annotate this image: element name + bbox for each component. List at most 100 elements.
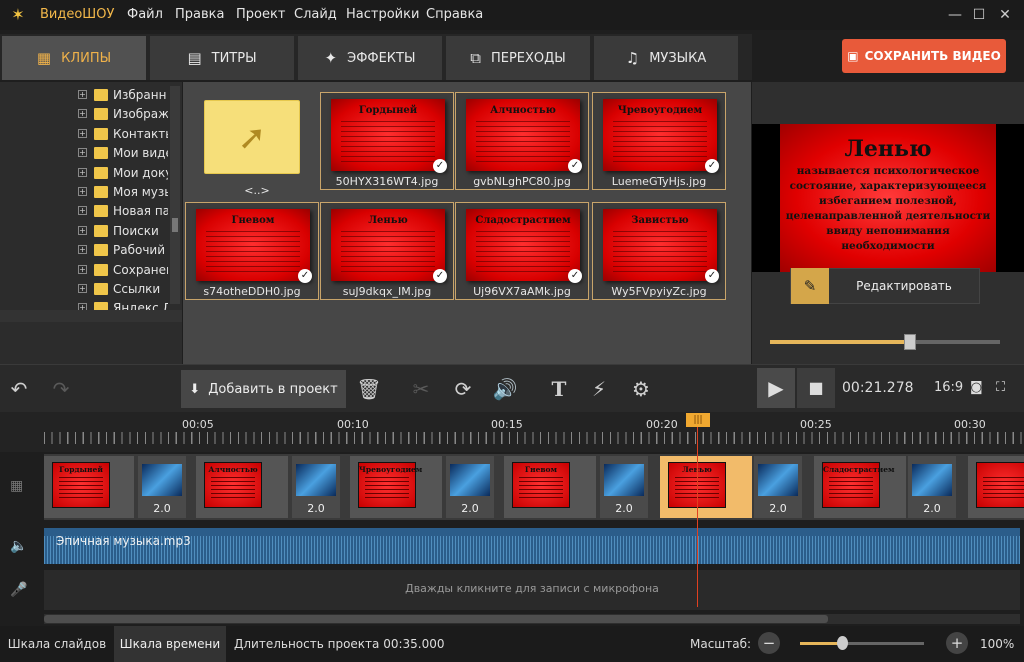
transition[interactable]: 2.0	[138, 456, 186, 518]
slide[interactable]: Алчностью	[196, 456, 288, 518]
clip-item[interactable]: Завистью ✓ Wy5FVpyiyZc.jpg	[592, 202, 726, 300]
tab-label: ПЕРЕХОДЫ	[490, 50, 566, 66]
zoom-out-button[interactable]: −	[758, 632, 780, 654]
transition-thumbnail	[912, 464, 952, 496]
delete-icon[interactable]: 🗑	[356, 376, 382, 402]
preview-slider-thumb[interactable]	[904, 334, 917, 350]
expand-icon[interactable]: +	[78, 264, 87, 274]
tree-item[interactable]: + Мои доку	[0, 165, 182, 184]
tree-item[interactable]: + Рабочий	[0, 242, 182, 261]
expand-icon[interactable]: +	[78, 206, 87, 216]
fullscreen-icon[interactable]: ⛶	[996, 380, 1012, 395]
play-button[interactable]: ▶	[757, 368, 795, 408]
minimize-icon[interactable]: —	[944, 4, 966, 26]
speaker-icon[interactable]: 🔊	[492, 376, 518, 402]
tree-vertical-scrollbar[interactable]	[170, 86, 180, 304]
edit-button[interactable]: ✎ Редактировать	[790, 268, 980, 304]
close-icon[interactable]: ✕	[994, 4, 1016, 26]
clip-item[interactable]: Чревоугодием ✓ LuemeGTyHjs.jpg	[592, 92, 726, 190]
expand-icon[interactable]: +	[78, 245, 87, 255]
menu-settings[interactable]: Настройки	[346, 7, 419, 22]
menu-project[interactable]: Проект	[236, 7, 285, 22]
tree-item[interactable]: + Изображ	[0, 106, 182, 125]
add-to-project-button[interactable]: ⬇ Добавить в проект	[181, 370, 346, 408]
playhead-line	[697, 427, 698, 607]
scissors-icon[interactable]: ✂	[408, 376, 434, 402]
tab-effects[interactable]: ✦ ЭФФЕКТЫ	[298, 36, 442, 80]
transition[interactable]: 2.0	[600, 456, 648, 518]
expand-icon[interactable]: +	[78, 109, 87, 119]
thumbnail-text-lines	[613, 231, 707, 273]
tree-item[interactable]: + Контакты	[0, 126, 182, 145]
menu-edit[interactable]: Правка	[175, 7, 224, 22]
expand-icon[interactable]: +	[78, 225, 87, 235]
menu-file[interactable]: Файл	[127, 7, 163, 22]
tree-scroll-thumb[interactable]	[172, 218, 178, 232]
rotate-icon[interactable]: ⟳	[450, 376, 476, 402]
maximize-icon[interactable]: ☐	[968, 4, 990, 26]
tab-transitions[interactable]: ⧉ ПЕРЕХОДЫ	[446, 36, 590, 80]
clip-item[interactable]: Гневом ✓ s74otheDDH0.jpg	[185, 202, 319, 300]
playhead-handle[interactable]: |||	[686, 413, 710, 427]
tree-item[interactable]: + Сохранен	[0, 262, 182, 281]
slide[interactable]: Гневом	[504, 456, 596, 518]
transition[interactable]: 2.0	[754, 456, 802, 518]
slide-thumbnail-title: Алчностью	[208, 465, 258, 474]
zoom-in-button[interactable]: +	[946, 632, 968, 654]
menu-help[interactable]: Справка	[426, 7, 483, 22]
clip-item[interactable]: Алчностью ✓ gvbNLghPC80.jpg	[455, 92, 589, 190]
tab-music[interactable]: ♫ МУЗЫКА	[594, 36, 738, 80]
tree-item[interactable]: + Избранн	[0, 87, 182, 106]
expand-icon[interactable]: +	[78, 187, 87, 196]
tree-item[interactable]: + Ссылки	[0, 281, 182, 300]
timeline-scroll-thumb[interactable]	[44, 615, 828, 623]
tab-titles[interactable]: ▤ ТИТРЫ	[150, 36, 294, 80]
mode-timeline-tab[interactable]: Шкала времени	[114, 626, 226, 662]
clip-filename: Wy5FVpyiyZc.jpg	[611, 285, 707, 298]
transition[interactable]: 2.0	[908, 456, 956, 518]
tree-item[interactable]: + Новая па	[0, 203, 182, 222]
save-video-button[interactable]: ▣ СОХРАНИТЬ ВИДЕО	[842, 39, 1006, 73]
transition-duration: 2.0	[615, 502, 633, 515]
preview-slider-fill	[770, 340, 911, 344]
slide[interactable]	[968, 456, 1024, 518]
stop-button[interactable]: ■	[797, 368, 835, 408]
folder-icon	[94, 166, 108, 179]
video-track-icon: ▦	[10, 478, 24, 494]
expand-icon[interactable]: +	[78, 90, 87, 99]
tab-clips[interactable]: ▦ КЛИПЫ	[2, 36, 146, 80]
expand-icon[interactable]: +	[78, 167, 87, 177]
tick-label: 00:25	[800, 418, 832, 431]
titles-icon: ▤	[187, 49, 202, 67]
mode-slides-tab[interactable]: Шкала слайдов	[0, 626, 114, 662]
magic-wand-icon[interactable]: ⚡	[586, 376, 612, 402]
menu-slide[interactable]: Слайд	[294, 7, 337, 22]
expand-icon[interactable]: +	[78, 284, 87, 293]
snapshot-icon[interactable]: ◙	[970, 380, 986, 395]
transition[interactable]: 2.0	[446, 456, 494, 518]
parent-folder-item[interactable]: ➚ <..>	[200, 92, 314, 197]
gear-icon[interactable]: ⚙	[628, 376, 654, 402]
tree-item[interactable]: + Моя музы	[0, 184, 182, 203]
slide-selected[interactable]: Ленью	[660, 456, 752, 518]
expand-icon[interactable]: +	[78, 128, 87, 138]
zoom-slider-thumb[interactable]	[837, 636, 848, 650]
tree-horizontal-scrollbar[interactable]	[0, 310, 182, 322]
transition[interactable]: 2.0	[292, 456, 340, 518]
tree-item[interactable]: + Поиски	[0, 223, 182, 242]
undo-icon[interactable]: ↶	[6, 376, 32, 402]
expand-icon[interactable]: +	[78, 148, 87, 158]
text-icon[interactable]: T	[546, 376, 572, 402]
slide[interactable]: Чревоугодием	[350, 456, 442, 518]
clip-thumbnail: Чревоугодием	[603, 99, 717, 171]
slide[interactable]: Сладострастием	[814, 456, 906, 518]
slide[interactable]: Гордыней	[44, 456, 134, 518]
tick-label: 00:05	[182, 418, 214, 431]
aspect-ratio[interactable]: 16:9	[934, 380, 963, 395]
clip-item[interactable]: Ленью ✓ suJ9dkqx_IM.jpg	[320, 202, 454, 300]
clip-item[interactable]: Сладострастием ✓ Uj96VX7aAMk.jpg	[455, 202, 589, 300]
redo-icon[interactable]: ↷	[48, 376, 74, 402]
clip-item[interactable]: Гордыней ✓ 50HYX316WT4.jpg	[320, 92, 454, 190]
thumbnail-text-lines	[476, 121, 570, 163]
tree-item[interactable]: + Мои виде	[0, 145, 182, 164]
